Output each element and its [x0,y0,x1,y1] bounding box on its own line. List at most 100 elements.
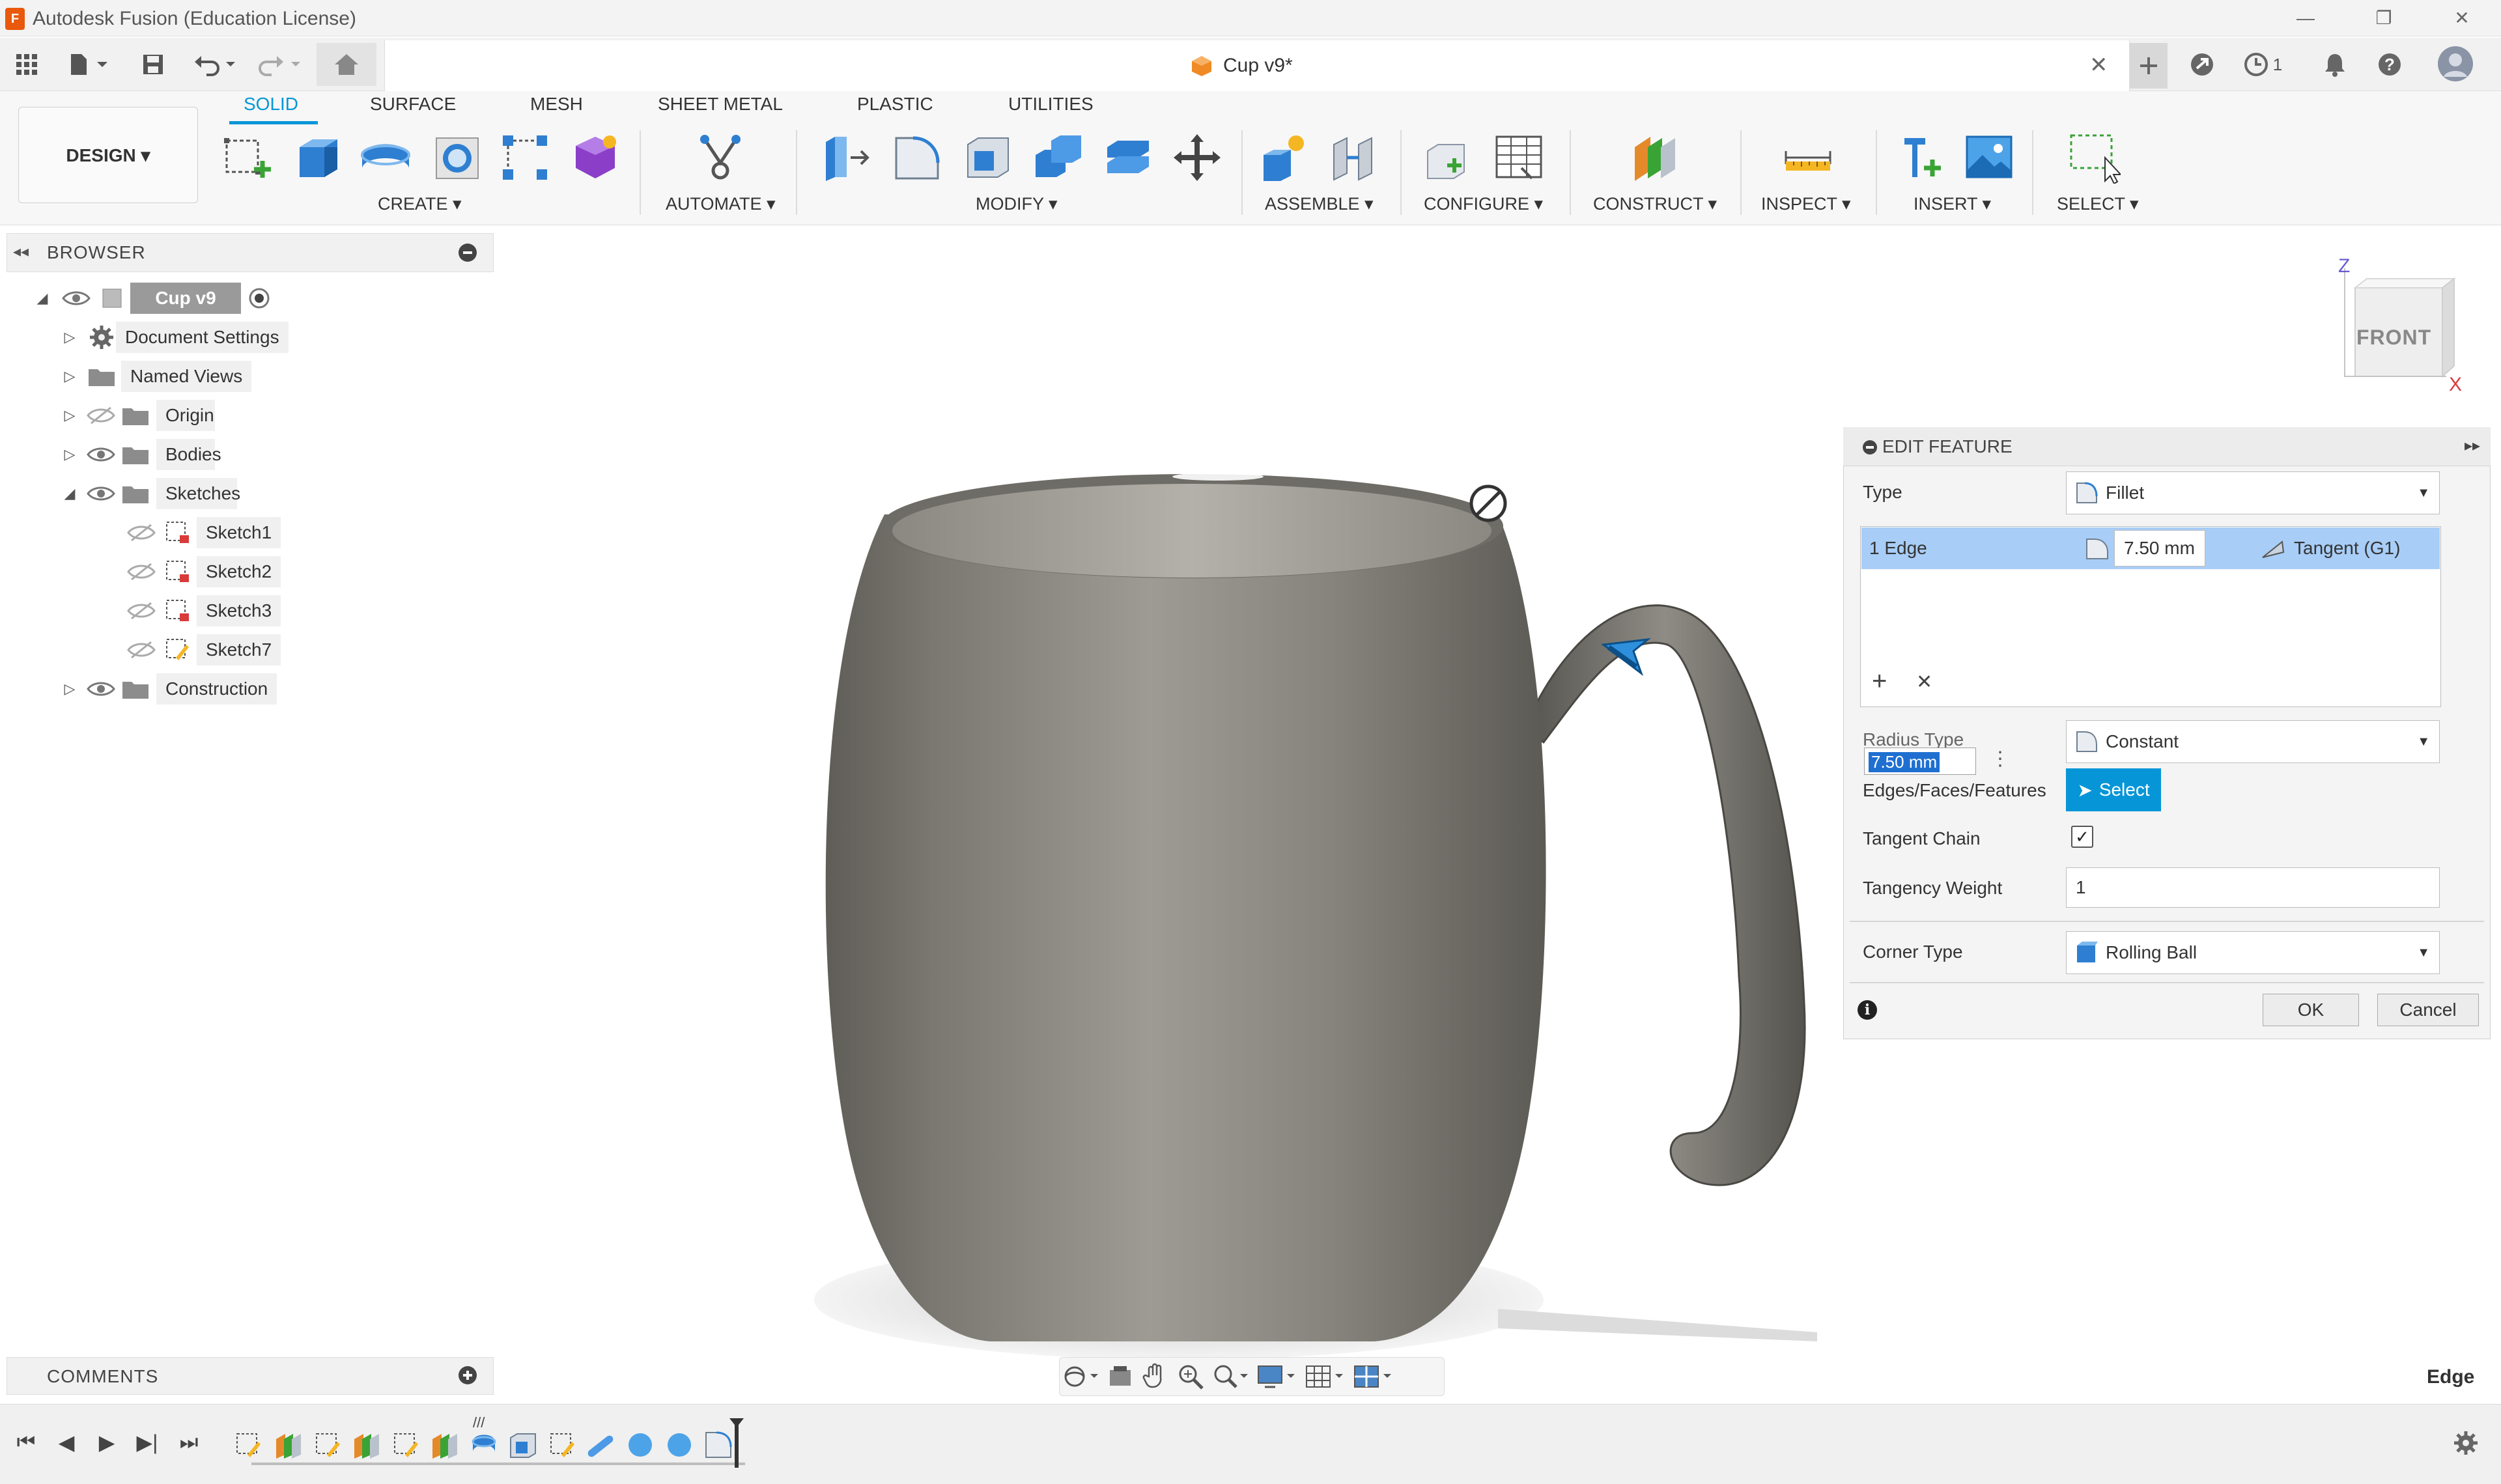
type-dropdown[interactable]: Fillet ▼ [2066,471,2440,514]
offset-plane-icon[interactable] [1627,130,1682,185]
visibility-eye-icon[interactable] [86,679,116,699]
browser-root-row[interactable]: ◢ Cup v9 [33,280,272,316]
collapse-arrow-icon[interactable]: ◢ [33,290,52,307]
hidden-eye-icon[interactable] [126,639,156,660]
new-tab-icon[interactable] [2130,43,2168,89]
measure-icon[interactable] [1781,130,1835,185]
corner-type-dropdown[interactable]: Rolling Ball ▼ [2066,931,2440,974]
tree-item-label[interactable]: Sketch7 [197,634,281,665]
construct-menu[interactable]: CONSTRUCT ▾ [1593,194,1717,214]
close-window-button[interactable]: ✕ [2442,7,2481,30]
revolve-icon[interactable] [358,130,413,185]
tree-item-label[interactable]: Construction [156,673,277,705]
hidden-eye-icon[interactable] [126,561,156,582]
select-menu[interactable]: SELECT ▾ [2057,194,2139,214]
edge-continuity-value[interactable]: Tangent (G1) [2294,538,2400,559]
file-menu-icon[interactable] [63,47,117,82]
tree-item-label[interactable]: Named Views [121,361,252,392]
tree-item-document-settings[interactable]: ▷ Document Settings [60,319,289,356]
move-copy-icon[interactable] [1170,130,1224,185]
timeline-fillet-icon[interactable] [663,1429,696,1461]
split-body-icon[interactable] [1101,130,1155,185]
edge-radius-input[interactable]: 7.50 mm [2114,530,2205,567]
new-component-icon[interactable] [1256,130,1310,185]
more-options-icon[interactable]: ⋮ [1990,748,2010,770]
extrude-icon[interactable] [289,130,344,185]
cancel-button[interactable]: Cancel [2377,994,2479,1026]
tangent-chain-checkbox[interactable]: ✓ [2071,826,2093,848]
tab-mesh[interactable]: MESH [530,94,583,115]
job-status-icon[interactable]: 1 [2237,47,2289,82]
timeline-sketch-icon[interactable] [232,1429,264,1461]
insert-derive-icon[interactable] [1893,130,1947,185]
tree-item-label[interactable]: Sketches [156,478,240,509]
joint-icon[interactable] [1326,130,1381,185]
tab-surface[interactable]: SURFACE [370,94,456,115]
comments-add-icon[interactable] [459,1366,477,1384]
tree-item-construction[interactable]: ▷ Construction [60,671,277,707]
user-avatar[interactable] [2436,44,2475,83]
radius-type-dropdown[interactable]: Constant ▼ [2066,720,2440,763]
expand-arrow-icon[interactable]: ▷ [60,368,79,385]
tree-item-label[interactable]: Sketch2 [197,556,281,587]
tree-item-sketches[interactable]: ◢ Sketches [60,475,240,512]
save-icon[interactable] [135,47,171,82]
combine-icon[interactable] [1030,130,1085,185]
browser-minimize-icon[interactable] [459,244,477,262]
remove-edge-icon[interactable]: ✕ [1916,671,1932,693]
shell-icon[interactable] [960,130,1015,185]
collapse-browser-icon[interactable]: ◂◂ [13,242,29,261]
root-component-label[interactable]: Cup v9 [130,283,241,314]
timeline-play-icon[interactable]: ▶ [92,1430,121,1459]
tab-solid[interactable]: SOLID [244,94,298,115]
timeline-shell-icon[interactable] [507,1429,539,1461]
timeline-fillet-icon[interactable] [702,1429,735,1461]
timeline-marker[interactable] [735,1421,739,1468]
panel-expand-icon[interactable]: ▸▸ [2465,436,2480,455]
timeline-sketch-icon[interactable] [546,1429,578,1461]
add-edge-icon[interactable]: + [1872,667,1887,696]
tab-plastic[interactable]: PLASTIC [857,94,933,115]
insert-menu[interactable]: INSERT ▾ [1914,194,1991,214]
expand-arrow-icon[interactable]: ▷ [60,446,79,463]
close-tab-icon[interactable]: ✕ [2089,52,2108,78]
panel-collapse-icon[interactable] [1863,440,1877,455]
hidden-eye-icon[interactable] [86,405,116,426]
hole-icon[interactable] [430,130,485,185]
tangency-weight-input[interactable]: 1 [2066,867,2440,908]
tree-item-sketch3[interactable]: Sketch3 [126,593,281,629]
extensions-icon[interactable] [2184,47,2220,82]
restore-button[interactable]: ❐ [2364,7,2403,30]
visibility-eye-icon[interactable] [86,483,116,504]
timeline-plane-icon[interactable] [350,1429,383,1461]
timeline-fillet-icon[interactable] [624,1429,657,1461]
viewports-icon[interactable] [1352,1362,1394,1391]
grid-snaps-icon[interactable] [1304,1362,1346,1391]
visibility-eye-icon[interactable] [86,444,116,465]
app-grid-icon[interactable] [9,47,44,82]
pan-hand-icon[interactable] [1141,1362,1170,1391]
tree-item-label[interactable]: Sketch3 [197,595,281,626]
assemble-menu[interactable]: ASSEMBLE ▾ [1265,194,1374,214]
fit-window-icon[interactable] [1211,1362,1249,1391]
workspace-switcher[interactable]: DESIGN ▾ [18,107,198,203]
info-icon[interactable]: i [1858,1000,1877,1020]
zoom-icon[interactable] [1176,1362,1205,1391]
collapse-arrow-icon[interactable]: ◢ [60,485,79,502]
tree-item-named-views[interactable]: ▷ Named Views [60,358,252,395]
timeline-settings-gear-icon[interactable] [2452,1429,2480,1462]
look-at-icon[interactable] [1106,1362,1135,1391]
display-settings-icon[interactable] [1256,1362,1297,1391]
timeline-plane-icon[interactable] [272,1429,305,1461]
timeline-sweep-icon[interactable] [468,1429,500,1461]
undo-icon[interactable] [189,47,244,82]
tree-item-bodies[interactable]: ▷ Bodies [60,436,221,473]
press-pull-icon[interactable] [818,130,873,185]
home-icon[interactable] [317,43,376,86]
create-sketch-icon[interactable] [219,130,274,185]
timeline-sweep-icon[interactable] [585,1429,617,1461]
modify-menu[interactable]: MODIFY ▾ [976,194,1058,214]
timeline-first-icon[interactable]: ⏮ [12,1430,40,1459]
orbit-icon[interactable] [1062,1362,1099,1391]
insert-canvas-icon[interactable] [1962,130,2016,185]
